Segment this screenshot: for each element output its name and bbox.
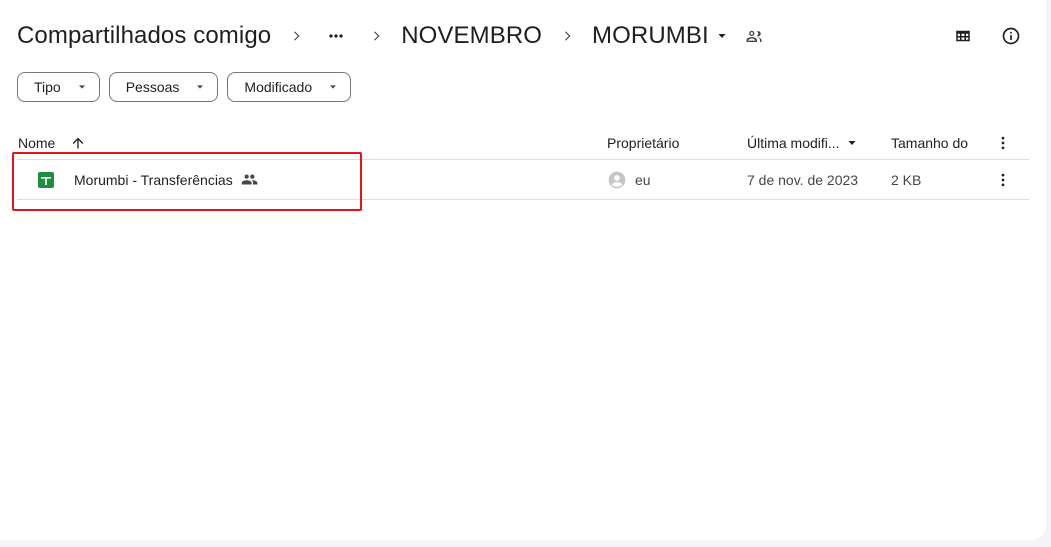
folder-menu-caret-icon[interactable] xyxy=(711,25,733,47)
filter-modified-chip[interactable]: Modificado xyxy=(227,72,352,102)
column-modified-label: Última modifi... xyxy=(747,134,840,151)
shared-people-icon xyxy=(241,171,258,188)
more-vert-icon xyxy=(1001,173,1005,186)
filter-people-chip[interactable]: Pessoas xyxy=(108,72,219,102)
file-size: 2 KB xyxy=(891,171,922,188)
filter-bar: Tipo Pessoas Modificado xyxy=(17,72,352,102)
owner-cell: eu xyxy=(607,160,651,199)
chevron-down-icon xyxy=(77,82,87,92)
details-button[interactable] xyxy=(996,21,1026,51)
more-horiz-icon xyxy=(329,34,343,38)
info-icon xyxy=(1002,27,1020,45)
google-sheets-icon xyxy=(38,160,54,199)
breadcrumb-folder-novembro[interactable]: NOVEMBRO xyxy=(401,22,542,50)
chip-label: Pessoas xyxy=(125,79,180,95)
chevron-down-icon xyxy=(195,82,205,92)
column-name-label: Nome xyxy=(18,134,56,151)
more-folders-button[interactable] xyxy=(321,21,351,51)
shared-people-icon xyxy=(743,25,765,47)
table-header: Nome Proprietário Última modifi... Taman… xyxy=(17,126,1029,160)
chevron-right-icon xyxy=(365,25,387,47)
breadcrumb-folder-morumbi[interactable]: MORUMBI xyxy=(592,22,709,50)
header-actions xyxy=(948,18,1026,54)
row-more-actions-button[interactable] xyxy=(993,160,1013,199)
column-size-label: Tamanho do xyxy=(891,134,969,151)
grid-view-icon xyxy=(956,30,970,42)
chip-label: Modificado xyxy=(244,79,313,95)
file-name[interactable]: Morumbi - Transferências xyxy=(74,172,233,188)
grid-view-button[interactable] xyxy=(948,21,978,51)
chevron-down-icon xyxy=(328,82,338,92)
sort-menu-caret-icon[interactable] xyxy=(846,137,858,149)
more-vert-icon xyxy=(1001,136,1005,149)
column-size-header[interactable]: Tamanho do xyxy=(891,126,968,159)
owner-name: eu xyxy=(635,171,651,188)
column-owner-label: Proprietário xyxy=(607,134,680,151)
modified-cell: 7 de nov. de 2023 xyxy=(747,160,858,199)
file-name-cell[interactable]: Morumbi - Transferências xyxy=(74,160,258,199)
column-options-button[interactable] xyxy=(993,126,1013,159)
column-modified-header[interactable]: Última modifi... xyxy=(747,126,858,159)
breadcrumb-root[interactable]: Compartilhados comigo xyxy=(17,22,271,50)
chevron-right-icon xyxy=(556,25,578,47)
breadcrumb: Compartilhados comigo NOVEMBRO MORUMBI xyxy=(17,18,1026,54)
avatar xyxy=(607,170,627,190)
table-row[interactable]: Morumbi - Transferências eu 7 de nov. de… xyxy=(17,160,1029,200)
filter-type-chip[interactable]: Tipo xyxy=(17,72,100,102)
sort-ascending-icon[interactable] xyxy=(70,135,86,151)
drive-file-list-panel: Compartilhados comigo NOVEMBRO MORUMBI T… xyxy=(0,0,1046,540)
modified-date: 7 de nov. de 2023 xyxy=(747,171,859,188)
column-owner-header[interactable]: Proprietário xyxy=(607,126,679,159)
size-cell: 2 KB xyxy=(891,160,921,199)
column-name-header[interactable]: Nome xyxy=(18,126,86,159)
chip-label: Tipo xyxy=(34,79,61,95)
chevron-right-icon xyxy=(285,25,307,47)
